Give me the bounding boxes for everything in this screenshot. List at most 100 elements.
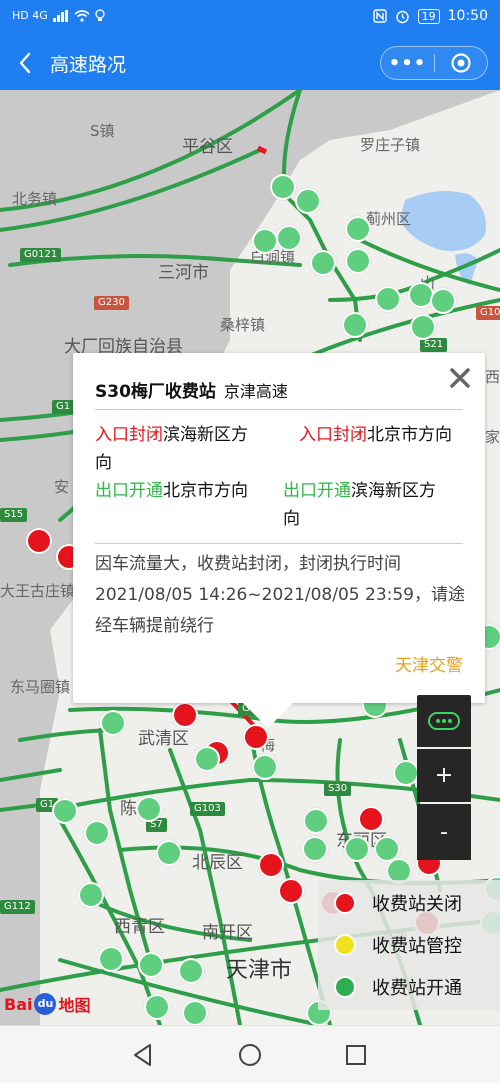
toll-station-open[interactable] bbox=[375, 286, 401, 312]
toll-station-open[interactable] bbox=[194, 746, 220, 772]
close-miniprogram-button[interactable] bbox=[435, 47, 487, 79]
toll-station-open[interactable] bbox=[345, 216, 371, 242]
toll-station-open[interactable] bbox=[136, 796, 162, 822]
status-label: 入口封闭 bbox=[95, 425, 163, 445]
system-nav-bar bbox=[0, 1025, 500, 1083]
map-label: 东马圈镇 bbox=[10, 678, 71, 696]
toll-station-closed[interactable] bbox=[26, 528, 52, 554]
toll-station-open[interactable] bbox=[410, 314, 436, 340]
road-tag: G10 bbox=[476, 306, 500, 320]
home-circle-icon[interactable] bbox=[237, 1042, 263, 1068]
direction-cont: 向 bbox=[283, 509, 300, 529]
map-label: 三河市 bbox=[158, 263, 209, 283]
status-label: 出口开通 bbox=[283, 481, 351, 501]
map-label: 桑梓镇 bbox=[220, 316, 266, 334]
map-label: 南开区 bbox=[202, 923, 253, 943]
status-left: HD 4G bbox=[12, 9, 105, 22]
toll-station-open[interactable] bbox=[156, 840, 182, 866]
station-info-popup: S30梅厂收费站 京津高速 入口封闭滨海新区方 向 入口封闭北京市方向 出口开通北… bbox=[73, 353, 485, 703]
toll-station-open[interactable] bbox=[302, 836, 328, 862]
traffic-toggle-button[interactable] bbox=[417, 695, 471, 747]
status-right: 19 10:50 bbox=[372, 8, 488, 24]
status-label: 入口封闭 bbox=[299, 425, 367, 445]
paw-icon: du bbox=[34, 993, 57, 1015]
target-icon bbox=[451, 53, 471, 73]
map-label: 北务镇 bbox=[12, 190, 58, 208]
direction-cont: 向 bbox=[95, 453, 112, 473]
popup-pointer bbox=[240, 700, 296, 728]
popup-header: S30梅厂收费站 京津高速 bbox=[95, 377, 465, 402]
close-icon bbox=[450, 368, 470, 388]
legend-label: 收费站管控 bbox=[372, 936, 462, 957]
legend-item-open: 收费站开通 bbox=[334, 974, 462, 1000]
toll-station-open[interactable] bbox=[138, 952, 164, 978]
chevron-left-icon bbox=[19, 52, 31, 74]
direction: 滨海新区方 bbox=[351, 481, 436, 501]
toll-station-open[interactable] bbox=[98, 946, 124, 972]
road-name: 京津高速 bbox=[223, 382, 288, 401]
back-triangle-icon[interactable] bbox=[130, 1042, 156, 1068]
toll-station-closed[interactable] bbox=[358, 806, 384, 832]
closure-description: 因车流量大，收费站封闭，封闭执行时间2021/08/05 14:26~2021/… bbox=[95, 554, 465, 636]
toll-station-open[interactable] bbox=[310, 250, 336, 276]
toll-station-open[interactable] bbox=[52, 798, 78, 824]
map-label: S镇 bbox=[90, 122, 115, 140]
toll-station-open[interactable] bbox=[182, 1000, 208, 1025]
map-label: 平谷区 bbox=[182, 137, 233, 157]
toll-station-open[interactable] bbox=[78, 882, 104, 908]
toll-station-open[interactable] bbox=[252, 754, 278, 780]
legend-item-closed: 收费站关闭 bbox=[334, 890, 462, 916]
signal-icon bbox=[52, 9, 68, 22]
status-label: 出口开通 bbox=[95, 481, 163, 501]
direction: 北京市方向 bbox=[367, 425, 452, 445]
toll-station-closed[interactable] bbox=[278, 878, 304, 904]
road-tag: G112 bbox=[0, 900, 35, 914]
more-button[interactable]: ••• bbox=[381, 47, 434, 79]
legend: 收费站关闭 收费站管控 收费站开通 bbox=[318, 880, 500, 1010]
toll-station-open[interactable] bbox=[344, 836, 370, 862]
toll-station-open[interactable] bbox=[144, 994, 170, 1020]
toll-station-open[interactable] bbox=[252, 228, 278, 254]
toll-station-closed[interactable] bbox=[172, 702, 198, 728]
map-label: 武清区 bbox=[138, 729, 189, 749]
toll-station-open[interactable] bbox=[303, 808, 329, 834]
direction: 滨海新区方 bbox=[163, 425, 248, 445]
toll-station-open[interactable] bbox=[345, 248, 371, 274]
road-tag: G1 bbox=[52, 400, 75, 414]
toll-station-open[interactable] bbox=[276, 225, 302, 251]
map-label-city: 天津市 bbox=[226, 958, 293, 983]
back-button[interactable] bbox=[14, 49, 38, 77]
alarm-icon bbox=[395, 10, 409, 23]
toll-station-open[interactable] bbox=[430, 288, 456, 314]
exit-status-2: 出口开通滨海新区方 向 bbox=[283, 477, 473, 533]
yellow-dot-icon bbox=[334, 934, 356, 956]
logo-text: 地图 bbox=[58, 996, 91, 1015]
toll-station-open[interactable] bbox=[178, 958, 204, 984]
map-label: 罗庄子镇 bbox=[360, 136, 421, 154]
red-dot-icon bbox=[334, 892, 356, 914]
legend-label: 收费站关闭 bbox=[372, 894, 462, 915]
road-tag: G0121 bbox=[20, 248, 62, 262]
wifi-icon bbox=[74, 9, 90, 22]
exit-status-1: 出口开通北京市方向 bbox=[95, 477, 295, 505]
toll-station-open[interactable] bbox=[270, 174, 296, 200]
close-popup-button[interactable] bbox=[449, 367, 471, 389]
divider bbox=[95, 543, 463, 544]
network-indicator: HD 4G bbox=[12, 9, 48, 22]
map-label: 蓟州区 bbox=[366, 210, 412, 228]
toll-station-open[interactable] bbox=[295, 188, 321, 214]
toll-station-open[interactable] bbox=[342, 312, 368, 338]
recents-square-icon[interactable] bbox=[343, 1042, 369, 1068]
zoom-in-button[interactable]: + bbox=[417, 749, 471, 802]
toll-station-open[interactable] bbox=[100, 710, 126, 736]
clock: 10:50 bbox=[447, 8, 488, 24]
toll-station-open[interactable] bbox=[393, 760, 419, 786]
legend-item-controlled: 收费站管控 bbox=[334, 932, 462, 958]
road-tag: G103 bbox=[190, 802, 225, 816]
toll-station-closed[interactable] bbox=[258, 852, 284, 878]
legend-label: 收费站开通 bbox=[372, 978, 462, 999]
toll-station-open[interactable] bbox=[84, 820, 110, 846]
map-label: 安 bbox=[54, 478, 70, 496]
road-tag: S15 bbox=[0, 508, 28, 522]
zoom-out-button[interactable]: - bbox=[417, 804, 471, 860]
